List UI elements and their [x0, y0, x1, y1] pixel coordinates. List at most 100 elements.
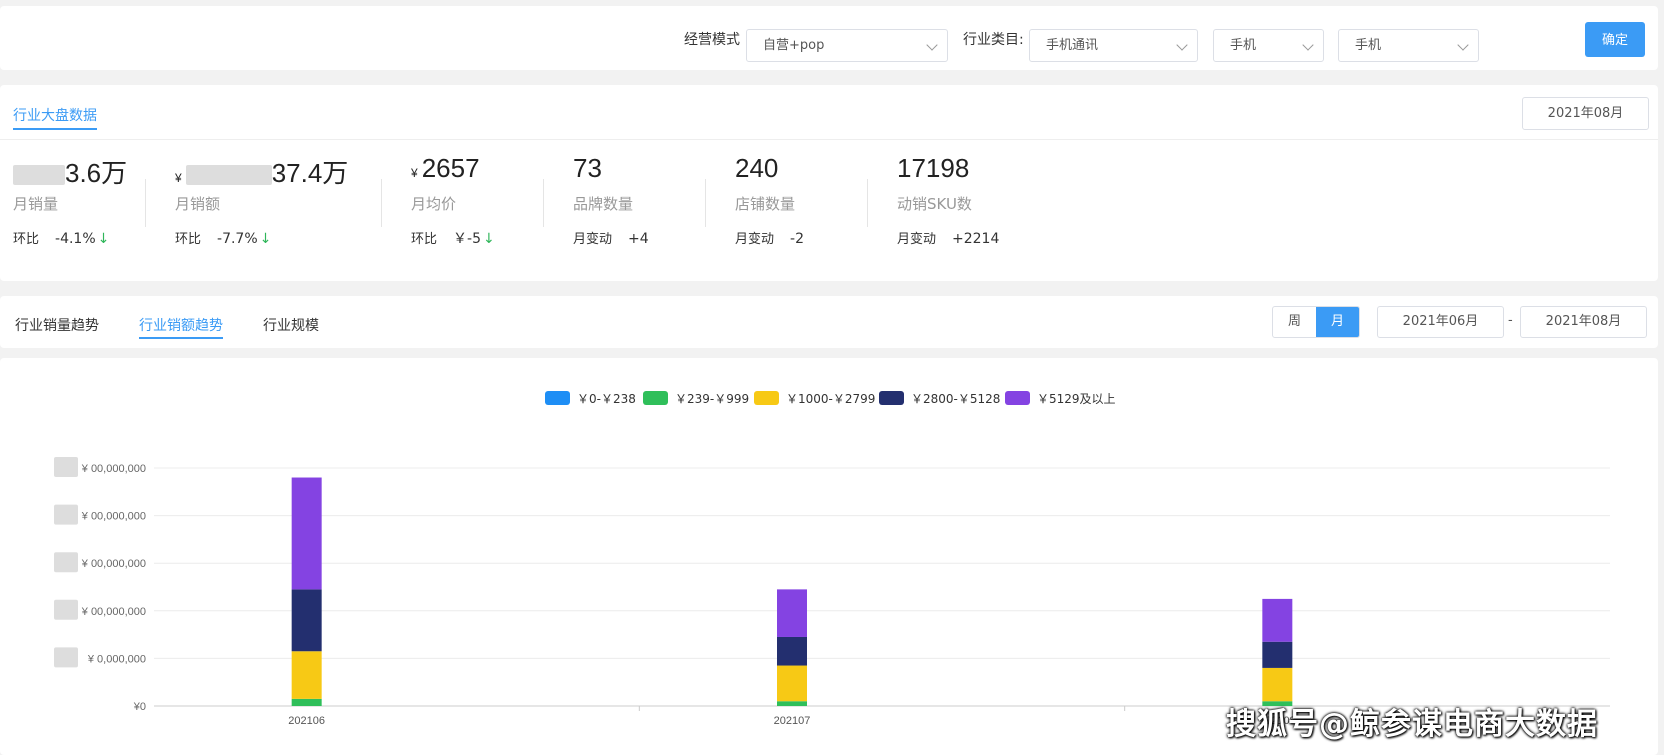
filter-bar: 经营模式 自营+pop 行业类目: 手机通讯 手机 手机 确定	[0, 6, 1658, 70]
trend-tabs-bar: 行业销量趋势 行业销额趋势 行业规模 周 月 2021年06月 - 2021年0…	[0, 296, 1658, 348]
redacted-value	[13, 165, 65, 186]
arrow-down-icon: ↓	[482, 231, 495, 247]
legend-label: ￥2800-￥5128	[911, 392, 1000, 406]
tab-industry-scale[interactable]: 行业规模	[263, 315, 319, 335]
bar-segment	[291, 477, 322, 590]
bar-segment	[291, 698, 322, 706]
x-tick-label: 202106	[288, 715, 325, 727]
period-week-button[interactable]: 周	[1273, 307, 1316, 337]
metric-label: 动销SKU数	[897, 195, 972, 213]
metric-brand-count: 73 品牌数量 月变动 +4	[573, 153, 649, 247]
metric-label: 月销量	[13, 195, 59, 213]
range-end-picker[interactable]: 2021年08月	[1520, 306, 1647, 338]
category-select-3-value: 手机	[1355, 38, 1382, 53]
redacted-tick	[54, 457, 78, 477]
redacted-tick	[54, 599, 78, 620]
legend-label: ￥0-￥238	[577, 392, 636, 406]
range-start-picker[interactable]: 2021年06月	[1377, 306, 1504, 338]
chevron-down-icon	[1457, 39, 1469, 51]
legend-swatch	[643, 391, 668, 405]
y-tick-label: ¥ 00,000,000	[81, 463, 146, 475]
legend-swatch	[1005, 391, 1030, 405]
metric-shop-count: 240 店铺数量 月变动 -2	[735, 153, 804, 247]
legend-swatch	[545, 391, 570, 405]
metric-label: 月销额	[175, 195, 221, 213]
tab-revenue-trend[interactable]: 行业销额趋势	[139, 315, 223, 339]
metric-value: ¥2657	[411, 153, 480, 183]
bar-segment	[777, 665, 807, 702]
category-select-1-value: 手机通讯	[1046, 38, 1099, 53]
watermark: 搜狐号@鲸参谋电商大数据	[1226, 707, 1598, 742]
divider	[705, 179, 706, 227]
category-select-2[interactable]: 手机	[1213, 29, 1324, 62]
divider	[145, 179, 146, 227]
divider	[381, 179, 382, 227]
metric-value: 17198	[897, 153, 970, 183]
metric-change: 环比 ￥-5 ↓	[411, 231, 495, 247]
overview-date-picker[interactable]: 2021年08月	[1522, 97, 1649, 130]
stacked-bar-chart: ¥0 ¥ 0,000,000 ¥ 00,000,000 ¥ 00,000,000 ¥ 0…	[54, 391, 1610, 727]
period-month-button[interactable]: 月	[1316, 307, 1359, 337]
metric-label: 品牌数量	[573, 195, 634, 213]
arrow-down-icon: ↓	[97, 231, 110, 247]
chart-panel: ¥0 ¥ 0,000,000 ¥ 00,000,000 ¥ 00,000,000 ¥ 0…	[0, 358, 1658, 755]
metric-change: 月变动 +4	[573, 231, 649, 247]
metric-sku-count: 17198 动销SKU数 月变动 +2214	[897, 153, 999, 247]
metric-monthly-revenue: ¥37.4万 月销额 环比 -7.7% ↓	[175, 153, 348, 247]
overview-title[interactable]: 行业大盘数据	[13, 105, 97, 130]
metric-label: 月均价	[411, 195, 457, 213]
category-select-1[interactable]: 手机通讯	[1029, 29, 1198, 62]
confirm-button[interactable]: 确定	[1585, 22, 1645, 57]
overview-panel: 行业大盘数据 2021年08月 3.6万 月销量 环比 -4.1% ↓ ¥37.4万…	[0, 85, 1658, 281]
bar-segment	[291, 589, 322, 652]
redacted-value	[185, 165, 272, 186]
metric-avg-price: ¥2657 月均价 环比 ￥-5 ↓	[411, 153, 495, 248]
mode-select-value: 自营+pop	[763, 38, 825, 53]
chevron-down-icon	[1302, 39, 1314, 51]
metric-monthly-sales: 3.6万 月销量 环比 -4.1% ↓	[13, 153, 127, 247]
metric-value: ¥37.4万	[175, 158, 349, 188]
x-tick-label: 202107	[774, 715, 811, 727]
metric-value: 73	[573, 153, 602, 183]
y-tick-label: ¥ 00,000,000	[81, 606, 146, 618]
metric-change: 环比 -7.7% ↓	[175, 231, 272, 247]
divider	[0, 139, 1658, 140]
redacted-tick	[54, 552, 78, 573]
metric-change: 环比 -4.1% ↓	[13, 231, 110, 247]
legend-label: ￥239-￥999	[675, 392, 749, 406]
range-separator: -	[1508, 313, 1513, 328]
mode-select[interactable]: 自营+pop	[746, 29, 948, 62]
redacted-tick	[54, 504, 78, 525]
mode-label: 经营模式	[684, 32, 740, 48]
metric-value: 240	[735, 153, 779, 183]
bar-segment	[777, 589, 807, 637]
bar-segment	[1262, 641, 1293, 668]
metric-label: 店铺数量	[735, 195, 796, 213]
metric-change: 月变动 +2214	[897, 231, 1000, 247]
y-tick-label: ¥ 00,000,000	[81, 511, 146, 523]
divider	[543, 179, 544, 227]
bar-segment	[777, 636, 807, 666]
metric-change: 月变动 -2	[735, 231, 804, 247]
chevron-down-icon	[926, 39, 938, 51]
tab-sales-trend[interactable]: 行业销量趋势	[15, 315, 99, 335]
category-select-2-value: 手机	[1230, 38, 1257, 53]
legend-label: ￥1000-￥2799	[786, 392, 875, 406]
legend-label: ￥5129及以上	[1037, 392, 1116, 406]
y-tick-label: ¥ 00,000,000	[81, 558, 146, 570]
category-label: 行业类目:	[963, 32, 1024, 48]
bar-segment	[291, 651, 322, 699]
bar-segment	[777, 701, 807, 706]
period-toggle: 周 月	[1272, 306, 1360, 338]
y-tick-label: ¥ 0,000,000	[87, 653, 146, 665]
divider	[867, 179, 868, 227]
y-tick-label: ¥0	[133, 701, 146, 713]
redacted-tick	[54, 647, 78, 668]
category-select-3[interactable]: 手机	[1338, 29, 1479, 62]
metric-value: 3.6万	[13, 153, 127, 188]
bar-segment	[1262, 598, 1293, 642]
chevron-down-icon	[1176, 39, 1188, 51]
legend-swatch	[754, 391, 779, 405]
arrow-down-icon: ↓	[259, 231, 272, 247]
bar-segment	[1262, 667, 1293, 702]
